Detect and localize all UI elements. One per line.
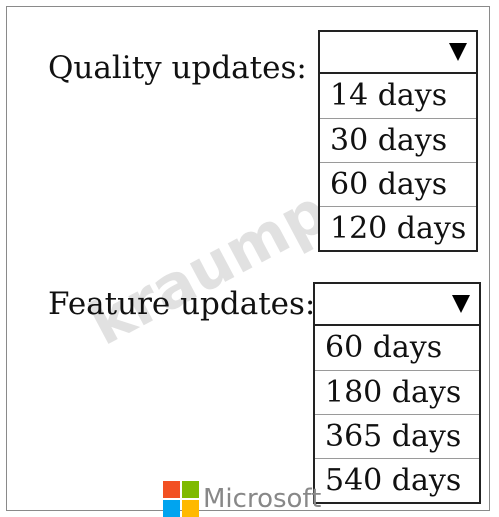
feature-updates-dropdown[interactable]: 60 days 180 days 365 days 540 days <box>313 282 481 504</box>
logo-square-red <box>163 481 180 498</box>
dropdown-arrow-icon[interactable] <box>452 295 470 313</box>
quality-updates-dropdown[interactable]: 14 days 30 days 60 days 120 days <box>318 30 478 252</box>
dropdown-arrow-icon[interactable] <box>449 43 467 61</box>
feature-option-60-days[interactable]: 60 days <box>315 326 479 370</box>
quality-updates-label: Quality updates: <box>48 50 307 86</box>
quality-option-14-days[interactable]: 14 days <box>320 74 476 118</box>
quality-updates-select[interactable] <box>318 30 478 74</box>
quality-option-120-days[interactable]: 120 days <box>320 206 476 250</box>
feature-option-540-days[interactable]: 540 days <box>315 458 479 502</box>
microsoft-windows-icon <box>163 481 199 517</box>
feature-option-365-days[interactable]: 365 days <box>315 414 479 458</box>
quality-option-30-days[interactable]: 30 days <box>320 118 476 162</box>
microsoft-brand-text: Microsoft <box>203 484 322 514</box>
feature-updates-select[interactable] <box>313 282 481 326</box>
logo-square-blue <box>163 500 180 517</box>
quality-updates-options: 14 days 30 days 60 days 120 days <box>318 74 478 252</box>
feature-updates-options: 60 days 180 days 365 days 540 days <box>313 326 481 504</box>
feature-updates-label: Feature updates: <box>48 286 316 322</box>
logo-square-yellow <box>182 500 199 517</box>
microsoft-logo: Microsoft <box>163 481 321 517</box>
feature-option-180-days[interactable]: 180 days <box>315 370 479 414</box>
logo-square-green <box>182 481 199 498</box>
quality-option-60-days[interactable]: 60 days <box>320 162 476 206</box>
